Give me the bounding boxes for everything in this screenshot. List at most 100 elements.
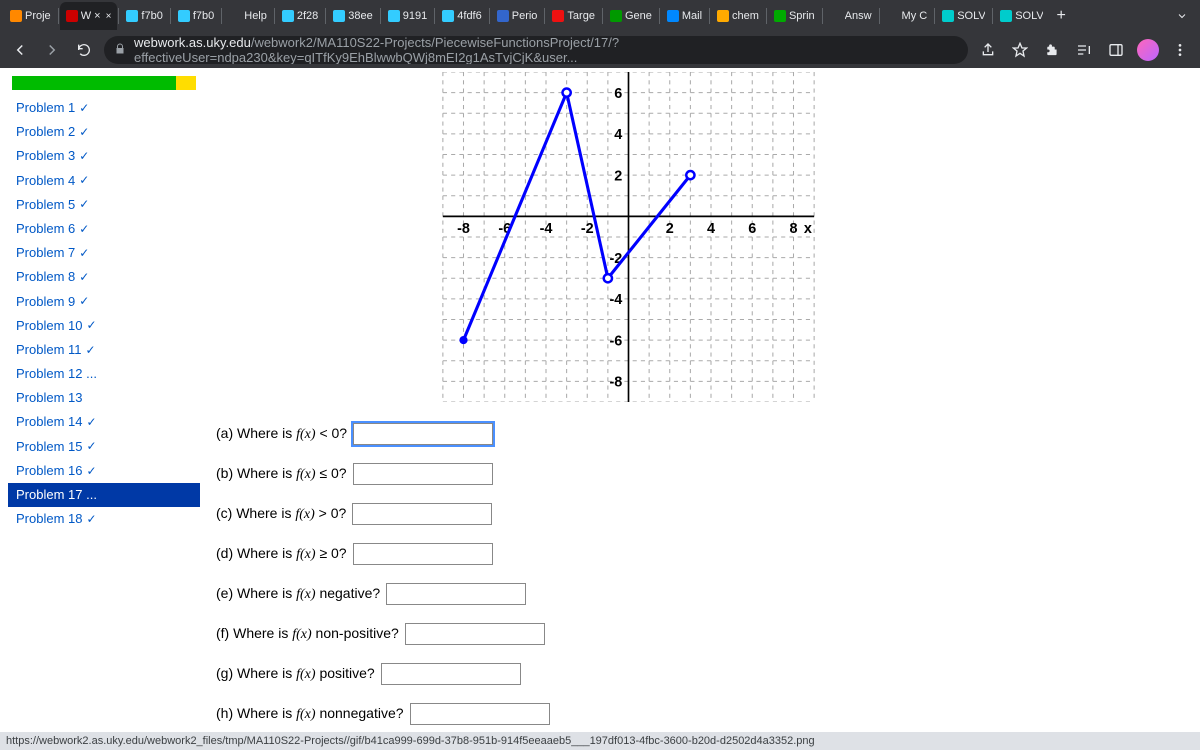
chevron-down-icon[interactable] — [1176, 10, 1188, 22]
tab-label: Gene — [625, 10, 652, 22]
problem-link-10[interactable]: Problem 10✓ — [8, 314, 200, 338]
question-e: (e) Where is f(x) negative? — [216, 574, 1184, 614]
tab-13[interactable]: chem — [711, 2, 765, 30]
back-button[interactable] — [8, 38, 32, 62]
problem-link-14[interactable]: Problem 14✓ — [8, 410, 200, 434]
problem-link-4[interactable]: Problem 4✓ — [8, 169, 200, 193]
tab-11[interactable]: Gene — [604, 2, 658, 30]
svg-text:-8: -8 — [609, 375, 622, 391]
tab-label: 9191 — [403, 10, 427, 22]
favicon — [66, 10, 78, 22]
tab-16[interactable]: My C — [881, 2, 934, 30]
svg-text:-4: -4 — [540, 221, 553, 237]
svg-text:6: 6 — [748, 221, 756, 237]
favicon — [942, 10, 954, 22]
answer-input-d[interactable] — [353, 543, 493, 565]
favicon — [887, 10, 899, 22]
questions: (a) Where is f(x) < 0? (b) Where is f(x)… — [216, 414, 1184, 732]
question-h: (h) Where is f(x) nonnegative? — [216, 694, 1184, 732]
page-content: Problem 1✓Problem 2✓Problem 3✓Problem 4✓… — [0, 68, 1200, 732]
problem-link-18[interactable]: Problem 18✓ — [8, 507, 200, 531]
question-c: (c) Where is f(x) > 0? — [216, 494, 1184, 534]
problem-link-16[interactable]: Problem 16✓ — [8, 459, 200, 483]
problem-link-6[interactable]: Problem 6✓ — [8, 217, 200, 241]
share-icon[interactable] — [976, 38, 1000, 62]
profile-avatar[interactable] — [1136, 38, 1160, 62]
check-icon: ✓ — [79, 124, 89, 141]
tab-label: f7b0 — [141, 10, 162, 22]
tab-4[interactable]: Help — [223, 2, 273, 30]
reading-list-icon[interactable] — [1072, 38, 1096, 62]
tab-3[interactable]: f7b0 — [172, 2, 220, 30]
favicon — [333, 10, 345, 22]
tab-15[interactable]: Answ — [824, 2, 878, 30]
answer-input-b[interactable] — [353, 463, 493, 485]
url-text: webwork.as.uky.edu/webwork2/MA110S22-Pro… — [134, 36, 958, 64]
problem-link-12[interactable]: Problem 12 ... — [8, 362, 200, 386]
check-icon: ✓ — [86, 463, 96, 480]
answer-input-a[interactable] — [353, 423, 493, 445]
check-icon: ✓ — [79, 245, 89, 262]
problem-link-5[interactable]: Problem 5✓ — [8, 193, 200, 217]
extensions-icon[interactable] — [1040, 38, 1064, 62]
problem-link-15[interactable]: Problem 15✓ — [8, 435, 200, 459]
progress-green — [12, 76, 176, 90]
answer-input-h[interactable] — [410, 703, 550, 725]
problem-link-7[interactable]: Problem 7✓ — [8, 241, 200, 265]
tab-label: SOLV — [957, 10, 985, 22]
new-tab-button[interactable]: + — [1049, 4, 1073, 28]
tab-9[interactable]: Perio — [491, 2, 544, 30]
problem-link-3[interactable]: Problem 3✓ — [8, 144, 200, 168]
problem-link-2[interactable]: Problem 2✓ — [8, 120, 200, 144]
problem-link-11[interactable]: Problem 11✓ — [8, 338, 200, 362]
problem-link-13[interactable]: Problem 13 — [8, 386, 200, 410]
tab-8[interactable]: 4fdf6 — [436, 2, 487, 30]
svg-text:x: x — [804, 221, 812, 237]
tab-label: Mail — [682, 10, 702, 22]
address-bar[interactable]: webwork.as.uky.edu/webwork2/MA110S22-Pro… — [104, 36, 968, 64]
menu-icon[interactable] — [1168, 38, 1192, 62]
problem-list: Problem 1✓Problem 2✓Problem 3✓Problem 4✓… — [0, 68, 200, 732]
tab-18[interactable]: SOLV — [994, 2, 1049, 30]
problem-link-1[interactable]: Problem 1✓ — [8, 96, 200, 120]
tab-12[interactable]: Mail — [661, 2, 708, 30]
close-icon[interactable]: × — [106, 11, 112, 22]
tab-label: 38ee — [348, 10, 372, 22]
tab-5[interactable]: 2f28 — [276, 2, 324, 30]
tab-strip: Proje W ×× f7b0 f7b0 Help 2f28 38ee 9191 4fdf6Pe… — [0, 0, 1200, 32]
star-icon[interactable] — [1008, 38, 1032, 62]
side-panel-icon[interactable] — [1104, 38, 1128, 62]
reload-button[interactable] — [72, 38, 96, 62]
tab-label: Proje — [25, 10, 51, 22]
favicon — [774, 10, 786, 22]
tab-1[interactable]: W ×× — [60, 2, 118, 30]
svg-text:2: 2 — [666, 221, 674, 237]
favicon — [552, 10, 564, 22]
tab-2[interactable]: f7b0 — [120, 2, 168, 30]
svg-text:8: 8 — [789, 221, 797, 237]
tab-0[interactable]: Proje — [4, 2, 57, 30]
tab-label: f7b0 — [193, 10, 214, 22]
tab-label: Answ — [845, 10, 872, 22]
question-g: (g) Where is f(x) positive? — [216, 654, 1184, 694]
check-icon: ✓ — [86, 511, 96, 528]
tab-6[interactable]: 38ee — [327, 2, 378, 30]
tab-14[interactable]: Sprin — [768, 2, 821, 30]
tab-7[interactable]: 9191 — [382, 2, 433, 30]
tab-17[interactable]: SOLV — [936, 2, 991, 30]
problem-link-8[interactable]: Problem 8✓ — [8, 265, 200, 289]
answer-input-c[interactable] — [352, 503, 492, 525]
forward-button[interactable] — [40, 38, 64, 62]
favicon — [667, 10, 679, 22]
answer-input-g[interactable] — [381, 663, 521, 685]
problem-link-9[interactable]: Problem 9✓ — [8, 290, 200, 314]
check-icon: ✓ — [79, 100, 89, 117]
tab-10[interactable]: Targe — [546, 2, 601, 30]
problem-link-17[interactable]: Problem 17 ... — [8, 483, 200, 507]
tab-label: Help — [244, 10, 267, 22]
answer-input-f[interactable] — [405, 623, 545, 645]
check-icon: ✓ — [79, 269, 89, 286]
favicon — [126, 10, 138, 22]
answer-input-e[interactable] — [386, 583, 526, 605]
favicon — [178, 10, 190, 22]
